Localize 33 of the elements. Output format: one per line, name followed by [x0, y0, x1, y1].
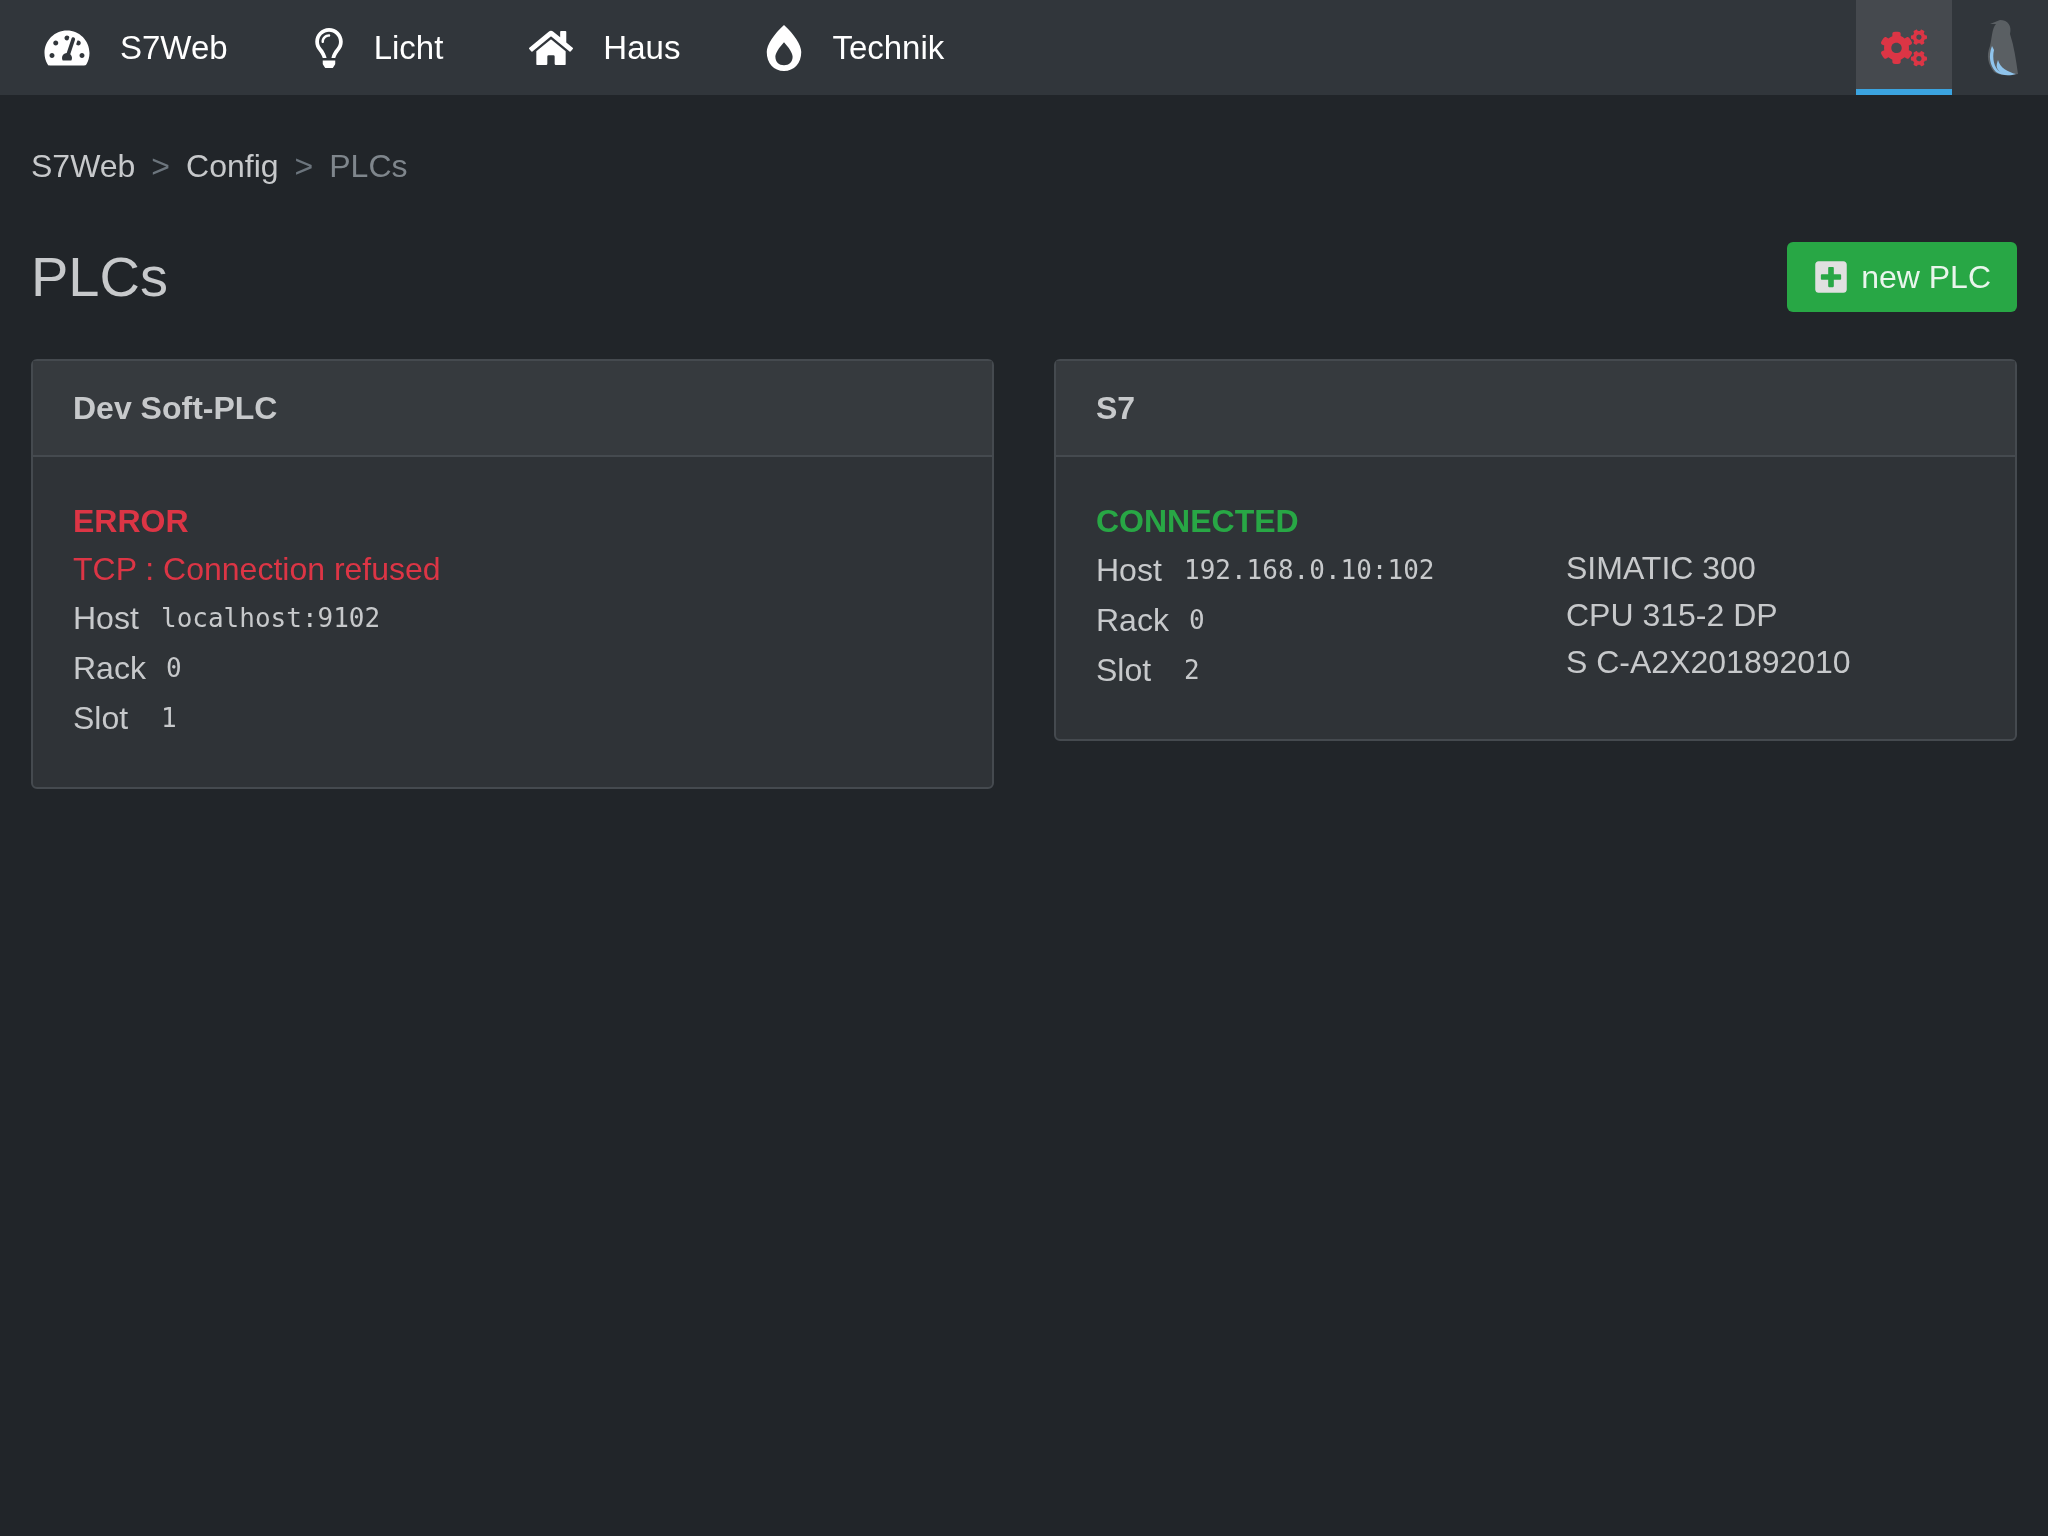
- error-message: TCP : Connection refused: [73, 550, 442, 589]
- field-value: 0: [165, 651, 182, 685]
- lightbulb-icon: [313, 27, 344, 68]
- nav-link[interactable]: Licht: [313, 22, 444, 73]
- breadcrumb-separator: >: [294, 147, 314, 186]
- nav-link[interactable]: Haus: [529, 22, 681, 73]
- field-value: 0: [1188, 603, 1205, 637]
- field-value: localhost:9102: [161, 601, 381, 635]
- plc-info-text: S C-A2X201892010: [1566, 643, 1851, 682]
- field-label: Rack: [1096, 601, 1169, 640]
- plc-info-text: SIMATIC 300: [1566, 549, 1757, 588]
- breadcrumb-current-page: PLCs: [329, 147, 408, 186]
- status-label: CONNECTED: [1096, 502, 1300, 541]
- breadcrumb-link[interactable]: S7Web: [31, 142, 136, 190]
- page-title: PLCs: [31, 244, 168, 310]
- field-value: 1: [161, 701, 177, 735]
- field-value: 192.168.0.10:102: [1184, 553, 1435, 587]
- plc-name: S7: [1096, 389, 1136, 428]
- field-label: Host: [1096, 551, 1163, 590]
- nav-link[interactable]: S7Web: [44, 22, 228, 73]
- field-value: 2: [1184, 653, 1200, 687]
- field-label: Slot: [1096, 651, 1153, 690]
- plc-info-text: CPU 315-2 DP: [1566, 596, 1779, 635]
- field-label: Host: [73, 599, 140, 638]
- nav-icon-button[interactable]: [1856, 0, 1952, 95]
- breadcrumb-link[interactable]: Config: [186, 142, 279, 190]
- field-label: Slot: [73, 699, 130, 738]
- status-label: ERROR: [73, 502, 190, 541]
- plc-name: Dev Soft-PLC: [73, 389, 278, 428]
- plus-icon: [1813, 259, 1850, 295]
- nav-link[interactable]: Technik: [766, 22, 945, 73]
- breadcrumb-separator: >: [151, 147, 171, 186]
- field-label: Rack: [73, 649, 146, 688]
